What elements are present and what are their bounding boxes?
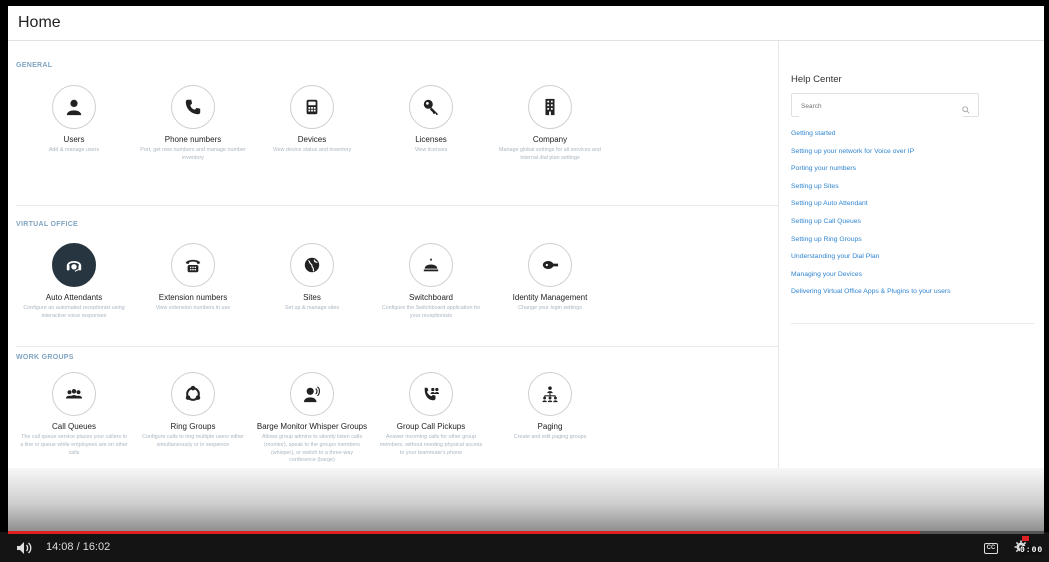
help-link-porting-numbers[interactable]: Porting your numbers xyxy=(791,160,1036,178)
help-divider xyxy=(791,323,1034,324)
main-panel: GENERAL VIRTUAL OFFICE WORK GROUPS Users… xyxy=(8,41,778,532)
tile-label: Identity Management xyxy=(512,293,588,302)
tile-extension-numbers[interactable]: Extension numbers View extension numbers… xyxy=(133,243,253,313)
tile-description: Configure the Switchboard application fo… xyxy=(381,305,481,319)
tile-description: Create and edit paging groups xyxy=(513,434,587,440)
tile-devices[interactable]: Devices View device status and inventory xyxy=(252,85,372,155)
dialpad-phone-icon[interactable] xyxy=(171,243,215,287)
tile-label: Barge Monitor Whisper Groups xyxy=(256,422,368,431)
search-icon[interactable] xyxy=(962,101,970,119)
section-title-general: GENERAL xyxy=(16,62,53,69)
title-bar: Home xyxy=(8,6,1044,41)
help-search-box[interactable] xyxy=(791,93,979,117)
help-link-dial-plan[interactable]: Understanding your Dial Plan xyxy=(791,248,1036,266)
player-overlay-gradient xyxy=(8,468,1044,532)
page-title: Home xyxy=(18,14,61,31)
help-link-call-queues[interactable]: Setting up Call Queues xyxy=(791,213,1036,231)
ring-group-icon[interactable] xyxy=(171,372,215,416)
tile-label: Group Call Pickups xyxy=(396,422,466,431)
help-center-panel: Help Center Getting started Setting up y… xyxy=(779,41,1044,532)
tile-label: Devices xyxy=(297,135,327,144)
tile-description: Answer incoming calls for other group me… xyxy=(379,434,483,456)
user-icon[interactable] xyxy=(52,85,96,129)
tile-description: View extension numbers in use xyxy=(155,305,231,311)
section-title-work-groups: WORK GROUPS xyxy=(16,354,74,361)
globe-icon[interactable] xyxy=(290,243,334,287)
tile-call-queues[interactable]: Call Queues The call queue service place… xyxy=(14,372,134,457)
tile-description: Allows group admins to silently listen c… xyxy=(261,434,363,464)
tile-label: Switchboard xyxy=(408,293,454,302)
tile-ring-groups[interactable]: Ring Groups Configure calls to ring mult… xyxy=(133,372,253,450)
bell-icon[interactable] xyxy=(409,243,453,287)
tile-barge-monitor-whisper-groups[interactable]: Barge Monitor Whisper Groups Allows grou… xyxy=(252,372,372,465)
volume-icon[interactable] xyxy=(16,541,34,560)
app-window: Home GENERAL VIRTUAL OFFICE WORK GROUPS … xyxy=(8,6,1044,532)
tile-licenses[interactable]: Licenses View licenses xyxy=(371,85,491,155)
help-link-setting-up-sites[interactable]: Setting up Sites xyxy=(791,178,1036,196)
hd-badge xyxy=(1022,536,1029,541)
tile-label: Phone numbers xyxy=(164,135,222,144)
tile-users[interactable]: Users Add & manage users xyxy=(14,85,134,155)
tile-paging[interactable]: Paging Create and edit paging groups xyxy=(490,372,610,442)
time-overlay: 0:00 xyxy=(1020,546,1044,555)
tile-sites[interactable]: Sites Set up & manage sites xyxy=(252,243,372,313)
tile-label: Company xyxy=(532,135,568,144)
tile-description: Add & manage users xyxy=(48,147,100,153)
captions-button[interactable]: CC xyxy=(984,543,998,554)
help-link-auto-attendant[interactable]: Setting up Auto Attendant xyxy=(791,195,1036,213)
section-title-virtual-office: VIRTUAL OFFICE xyxy=(16,221,79,228)
group-icon[interactable] xyxy=(52,372,96,416)
tile-description: Manage global settings for all services … xyxy=(499,147,601,161)
id-key-icon[interactable] xyxy=(528,243,572,287)
tile-label: Extension numbers xyxy=(158,293,228,302)
help-link-virtual-office-apps[interactable]: Delivering Virtual Office Apps & Plugins… xyxy=(791,283,1036,301)
key-icon[interactable] xyxy=(409,85,453,129)
auto-attendant-icon[interactable] xyxy=(52,243,96,287)
tile-description: Configure an automated receptionist usin… xyxy=(23,305,125,319)
call-pickup-icon[interactable] xyxy=(409,372,453,416)
phone-icon[interactable] xyxy=(171,85,215,129)
help-link-managing-devices[interactable]: Managing your Devices xyxy=(791,266,1036,284)
tile-identity-management[interactable]: Identity Management Change your login se… xyxy=(490,243,610,313)
tile-description: Configure calls to ring multiple users e… xyxy=(142,434,244,448)
tile-label: Auto Attendants xyxy=(45,293,103,302)
video-time-display: 14:08 / 16:02 xyxy=(46,541,111,553)
help-link-getting-started[interactable]: Getting started xyxy=(791,125,1036,143)
video-player-controls xyxy=(0,532,1049,562)
help-link-ring-groups[interactable]: Setting up Ring Groups xyxy=(791,231,1036,249)
tile-description: Set up & manage sites xyxy=(284,305,340,311)
tile-label: Paging xyxy=(537,422,563,431)
tile-description: View licenses xyxy=(414,147,448,153)
tile-label: Call Queues xyxy=(51,422,97,431)
tile-label: Licenses xyxy=(415,135,447,144)
tile-label: Ring Groups xyxy=(170,422,216,431)
video-progress-fill xyxy=(8,531,920,534)
tile-label: Users xyxy=(63,135,85,144)
desk-phone-icon[interactable] xyxy=(290,85,334,129)
tile-company[interactable]: Company Manage global settings for all s… xyxy=(490,85,610,163)
tile-description: The call queue service places your calle… xyxy=(20,434,128,456)
help-center-title: Help Center xyxy=(791,74,842,85)
tile-switchboard[interactable]: Switchboard Configure the Switchboard ap… xyxy=(371,243,491,321)
tile-auto-attendants[interactable]: Auto Attendants Configure an automated r… xyxy=(14,243,134,321)
tile-description: Port, get new numbers and manage number … xyxy=(140,147,246,161)
tile-description: View device status and inventory xyxy=(272,147,352,153)
help-links-list: Getting started Setting up your network … xyxy=(791,125,1036,301)
paging-icon[interactable] xyxy=(528,372,572,416)
tile-description: Change your login settings xyxy=(518,305,582,311)
section-divider xyxy=(16,346,778,347)
section-divider xyxy=(16,205,778,206)
help-link-network-voip[interactable]: Setting up your network for Voice over I… xyxy=(791,143,1036,161)
tile-group-call-pickups[interactable]: Group Call Pickups Answer incoming calls… xyxy=(371,372,491,457)
speaking-user-icon[interactable] xyxy=(290,372,334,416)
help-search-input[interactable] xyxy=(799,95,963,117)
tile-phone-numbers[interactable]: Phone numbers Port, get new numbers and … xyxy=(133,85,253,163)
tile-label: Sites xyxy=(303,293,321,302)
building-icon[interactable] xyxy=(528,85,572,129)
